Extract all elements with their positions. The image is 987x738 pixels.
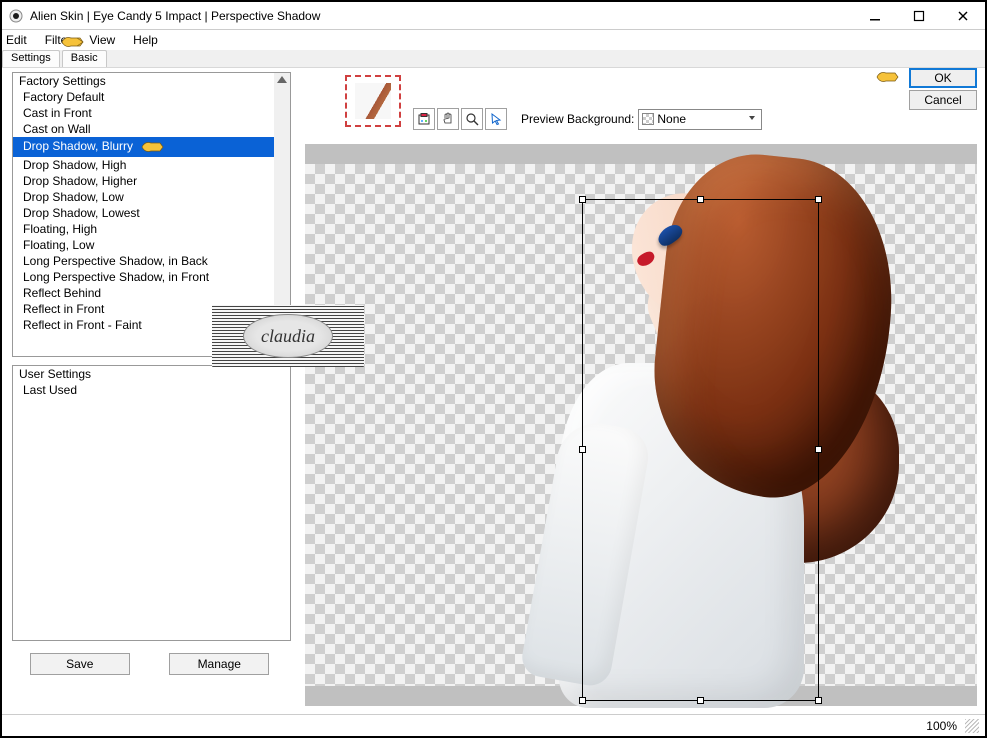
- user-settings-header: User Settings: [13, 366, 274, 382]
- tutorial-hand-icon: [140, 138, 164, 156]
- chevron-down-icon: [747, 112, 757, 126]
- list-item[interactable]: Reflect Behind: [13, 285, 274, 301]
- selection-bounding-box[interactable]: [582, 199, 819, 701]
- maximize-button[interactable]: [897, 3, 941, 29]
- list-item-label: Drop Shadow, Blurry: [23, 139, 133, 153]
- transparency-swatch-icon: [642, 113, 654, 125]
- manage-button[interactable]: Manage: [169, 653, 269, 675]
- content-area: Factory Settings Factory Default Cast in…: [2, 68, 985, 714]
- tutorial-hand-icon: [875, 68, 899, 86]
- resize-grip[interactable]: [965, 719, 979, 733]
- list-item[interactable]: Floating, Low: [13, 237, 274, 253]
- title-bar: Alien Skin | Eye Candy 5 Impact | Perspe…: [2, 2, 985, 30]
- scroll-up-icon[interactable]: [277, 76, 287, 83]
- preview-thumbnail[interactable]: [345, 75, 401, 127]
- preview-background-value: None: [657, 112, 686, 126]
- dialog-actions: OK Cancel: [909, 68, 977, 110]
- minimize-button[interactable]: [853, 3, 897, 29]
- watermark-text: claudia: [243, 314, 333, 358]
- menu-view[interactable]: View: [89, 33, 115, 47]
- list-item[interactable]: Floating, High: [13, 221, 274, 237]
- clipboard-tool-icon[interactable]: [413, 108, 435, 130]
- list-item[interactable]: Drop Shadow, Low: [13, 189, 274, 205]
- tab-strip: Settings Basic: [2, 50, 985, 68]
- menu-help[interactable]: Help: [133, 33, 158, 47]
- tab-basic[interactable]: Basic: [62, 50, 107, 67]
- pointer-tool-icon[interactable]: [485, 108, 507, 130]
- list-item[interactable]: Drop Shadow, High: [13, 157, 274, 173]
- resize-handle[interactable]: [579, 196, 586, 203]
- status-bar: 100%: [2, 714, 985, 736]
- resize-handle[interactable]: [815, 446, 822, 453]
- preview-background-select[interactable]: None: [638, 109, 762, 130]
- watermark: claudia: [212, 305, 364, 367]
- zoom-tool-icon[interactable]: [461, 108, 483, 130]
- preview-tray: [305, 144, 977, 706]
- preview-top-bar: [305, 144, 977, 164]
- save-button[interactable]: Save: [30, 653, 130, 675]
- left-button-row: Save Manage: [2, 645, 297, 679]
- cancel-button[interactable]: Cancel: [909, 90, 977, 110]
- hand-tool-icon[interactable]: [437, 108, 459, 130]
- menu-bar: Edit Filter View Help: [2, 30, 985, 50]
- resize-handle[interactable]: [815, 697, 822, 704]
- app-icon: [8, 8, 24, 24]
- application-window: Alien Skin | Eye Candy 5 Impact | Perspe…: [0, 0, 987, 738]
- list-item[interactable]: Long Perspective Shadow, in Front: [13, 269, 274, 285]
- resize-handle[interactable]: [579, 446, 586, 453]
- tutorial-hand-icon: [60, 33, 84, 51]
- resize-handle[interactable]: [815, 196, 822, 203]
- list-item[interactable]: Cast in Front: [13, 105, 274, 121]
- preview-background-label: Preview Background:: [521, 112, 634, 126]
- resize-handle[interactable]: [579, 697, 586, 704]
- ok-button[interactable]: OK: [909, 68, 977, 88]
- list-item[interactable]: Factory Default: [13, 89, 274, 105]
- list-item[interactable]: Drop Shadow, Lowest: [13, 205, 274, 221]
- factory-settings-header: Factory Settings: [13, 73, 274, 89]
- resize-handle[interactable]: [697, 697, 704, 704]
- list-item-selected[interactable]: Drop Shadow, Blurry: [13, 137, 274, 157]
- tab-settings[interactable]: Settings: [2, 50, 60, 67]
- resize-handle[interactable]: [697, 196, 704, 203]
- settings-panel: Factory Settings Factory Default Cast in…: [2, 68, 297, 714]
- window-title: Alien Skin | Eye Candy 5 Impact | Perspe…: [30, 9, 853, 23]
- preview-canvas[interactable]: [305, 164, 977, 686]
- close-button[interactable]: [941, 3, 985, 29]
- preview-panel: OK Cancel: [297, 68, 985, 714]
- list-item[interactable]: Last Used: [13, 382, 274, 398]
- list-item[interactable]: Drop Shadow, Higher: [13, 173, 274, 189]
- list-item[interactable]: Cast on Wall: [13, 121, 274, 137]
- list-item[interactable]: Long Perspective Shadow, in Back: [13, 253, 274, 269]
- zoom-level: 100%: [926, 719, 957, 733]
- user-settings-listbox[interactable]: User Settings Last Used: [12, 365, 291, 641]
- menu-edit[interactable]: Edit: [6, 33, 27, 47]
